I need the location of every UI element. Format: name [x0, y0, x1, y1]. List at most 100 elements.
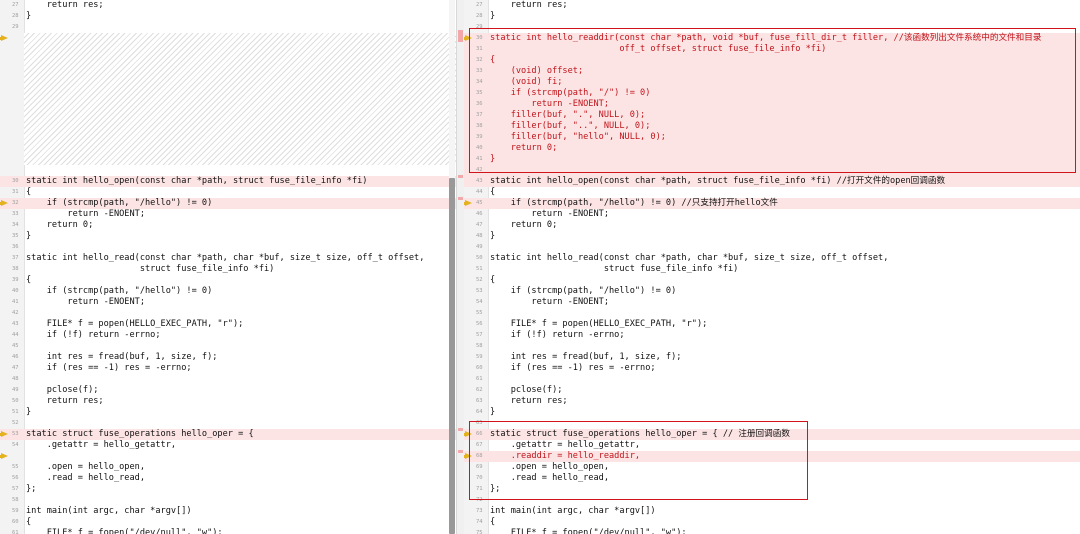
- line-number: 61: [476, 376, 483, 382]
- code-line[interactable]: 33 return -ENOENT;: [0, 209, 456, 220]
- code-line[interactable]: 73 int main(int argc, char *argv[]): [464, 506, 1080, 517]
- code-line[interactable]: 59 int res = fread(buf, 1, size, f);: [464, 352, 1080, 363]
- line-number: 57: [12, 486, 19, 492]
- code-line[interactable]: 41 return -ENOENT;: [0, 297, 456, 308]
- code-text: if (res == -1) res = -errno;: [26, 363, 192, 373]
- code-line[interactable]: 37 static int hello_read(const char *path…: [0, 253, 456, 264]
- diff-arrow-icon[interactable]: [0, 200, 8, 206]
- code-text: static struct fuse_operations hello_oper…: [26, 429, 254, 439]
- code-line[interactable]: 60 if (res == -1) res = -errno;: [464, 363, 1080, 374]
- code-line[interactable]: 56 .read = hello_read,: [0, 473, 456, 484]
- code-line[interactable]: 45: [0, 341, 456, 352]
- code-text: {: [490, 517, 496, 527]
- code-line[interactable]: 32 if (strcmp(path, "/hello") != 0): [0, 198, 456, 209]
- diff-overview-marker: [458, 197, 463, 200]
- code-text: return 0;: [26, 220, 94, 230]
- code-line[interactable]: 47 return 0;: [464, 220, 1080, 231]
- line-number: 40: [12, 288, 19, 294]
- code-line[interactable]: 44 if (!f) return -errno;: [0, 330, 456, 341]
- code-line[interactable]: 56 FILE* f = popen(HELLO_EXEC_PATH, "r")…: [464, 319, 1080, 330]
- code-line[interactable]: 48}: [464, 231, 1080, 242]
- code-line[interactable]: 51 struct fuse_file_info *fi): [464, 264, 1080, 275]
- code-line[interactable]: 35}: [0, 231, 456, 242]
- code-line[interactable]: 54 return -ENOENT;: [464, 297, 1080, 308]
- line-number: 60: [12, 519, 19, 525]
- code-text: {: [490, 275, 496, 285]
- code-line[interactable]: 64}: [464, 407, 1080, 418]
- code-line[interactable]: 49: [464, 242, 1080, 253]
- code-text: };: [26, 484, 37, 494]
- code-line[interactable]: 61 FILE* f = fopen("/dev/null", "w");: [0, 528, 456, 534]
- line-number: 32: [12, 200, 19, 206]
- code-text: }: [26, 231, 32, 241]
- code-line[interactable]: 49 pclose(f);: [0, 385, 456, 396]
- code-line[interactable]: 53 if (strcmp(path, "/hello") != 0): [464, 286, 1080, 297]
- code-line[interactable]: 27 return res;: [464, 0, 1080, 11]
- line-number: 49: [12, 387, 19, 393]
- code-line[interactable]: 34 return 0;: [0, 220, 456, 231]
- line-number: 54: [12, 442, 19, 448]
- code-line[interactable]: 43 static int hello_open(const char *path…: [464, 176, 1080, 187]
- code-line[interactable]: 58: [0, 495, 456, 506]
- code-line[interactable]: 30 static int hello_open(const char *path…: [0, 176, 456, 187]
- diff-arrow-icon[interactable]: [0, 431, 8, 437]
- code-line[interactable]: 28}: [0, 11, 456, 22]
- code-line[interactable]: 47 if (res == -1) res = -errno;: [0, 363, 456, 374]
- line-number: 44: [476, 189, 483, 195]
- code-line[interactable]: 38 struct fuse_file_info *fi): [0, 264, 456, 275]
- code-line[interactable]: 27 return res;: [0, 0, 456, 11]
- code-line[interactable]: 50 static int hello_read(const char *path…: [464, 253, 1080, 264]
- line-number: 45: [12, 343, 19, 349]
- code-line[interactable]: 48: [0, 374, 456, 385]
- line-number: 28: [476, 13, 483, 19]
- code-line[interactable]: 36: [0, 242, 456, 253]
- code-line[interactable]: 62 pclose(f);: [464, 385, 1080, 396]
- line-number: 35: [12, 233, 19, 239]
- code-line[interactable]: 74 {: [464, 517, 1080, 528]
- placeholder-line[interactable]: [0, 451, 456, 462]
- code-line[interactable]: 60 {: [0, 517, 456, 528]
- line-number: 61: [12, 530, 19, 534]
- left-compare-pane[interactable]: 27 return res; 28} 29 30 static int hello_op…: [0, 0, 456, 534]
- code-text: }: [490, 407, 496, 417]
- code-line[interactable]: 46 return -ENOENT;: [464, 209, 1080, 220]
- code-line[interactable]: 53 static struct fuse_operations hello_op…: [0, 429, 456, 440]
- code-line[interactable]: 57};: [0, 484, 456, 495]
- code-line[interactable]: 55 .open = hello_open,: [0, 462, 456, 473]
- placeholder-line[interactable]: [0, 33, 456, 44]
- code-line[interactable]: 61: [464, 374, 1080, 385]
- code-line[interactable]: 42: [0, 308, 456, 319]
- code-line[interactable]: 29: [0, 22, 456, 33]
- code-line[interactable]: 28}: [464, 11, 1080, 22]
- code-line[interactable]: 57 if (!f) return -errno;: [464, 330, 1080, 341]
- code-line[interactable]: 45 if (strcmp(path, "/hello") != 0) //只支…: [464, 198, 1080, 209]
- code-text: if (strcmp(path, "/hello") != 0) //只支持打开…: [490, 198, 778, 208]
- code-text: .read = hello_read,: [26, 473, 145, 483]
- code-line[interactable]: 52 {: [464, 275, 1080, 286]
- code-text: FILE* f = fopen("/dev/null", "w");: [490, 528, 687, 534]
- code-line[interactable]: 51}: [0, 407, 456, 418]
- left-scrollbar-thumb[interactable]: [449, 178, 455, 534]
- code-line[interactable]: 63 return res;: [464, 396, 1080, 407]
- code-line[interactable]: 54 .getattr = hello_getattr,: [0, 440, 456, 451]
- code-line[interactable]: 55: [464, 308, 1080, 319]
- diff-arrow-icon[interactable]: [0, 35, 8, 41]
- code-line[interactable]: 75 FILE* f = fopen("/dev/null", "w");: [464, 528, 1080, 534]
- diff-arrow-icon[interactable]: [464, 200, 472, 206]
- code-line[interactable]: 31 {: [0, 187, 456, 198]
- code-line[interactable]: 44 {: [464, 187, 1080, 198]
- left-scrollbar[interactable]: [449, 0, 455, 534]
- code-text: {: [490, 187, 496, 197]
- line-number: 39: [12, 277, 19, 283]
- code-line[interactable]: 43 FILE* f = popen(HELLO_EXEC_PATH, "r")…: [0, 319, 456, 330]
- code-line[interactable]: 46 int res = fread(buf, 1, size, f);: [0, 352, 456, 363]
- code-line[interactable]: 58: [464, 341, 1080, 352]
- line-number: 53: [476, 288, 483, 294]
- code-line[interactable]: 50 return res;: [0, 396, 456, 407]
- diff-arrow-icon[interactable]: [0, 453, 8, 459]
- code-text: static int hello_read(const char *path, …: [26, 253, 425, 263]
- code-line[interactable]: 52: [0, 418, 456, 429]
- code-line[interactable]: 59 int main(int argc, char *argv[]): [0, 506, 456, 517]
- code-line[interactable]: 40 if (strcmp(path, "/hello") != 0): [0, 286, 456, 297]
- code-line[interactable]: 39 {: [0, 275, 456, 286]
